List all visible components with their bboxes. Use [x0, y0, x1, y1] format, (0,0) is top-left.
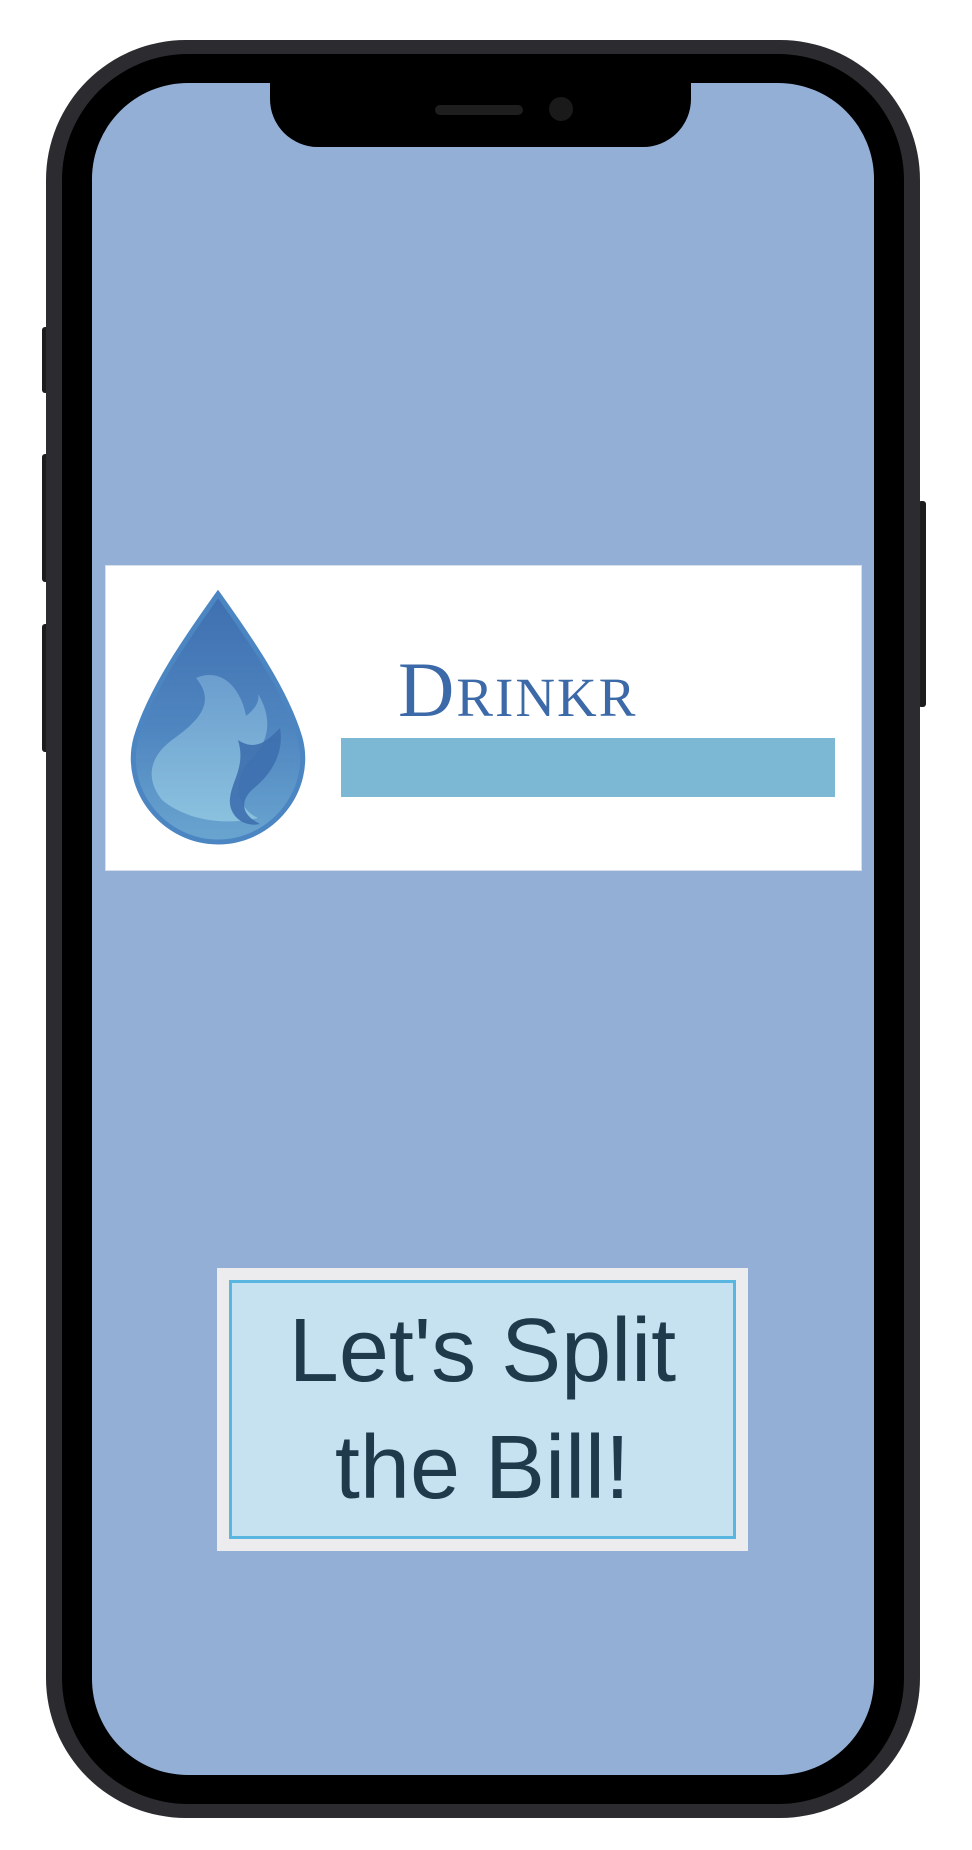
front-camera	[549, 97, 573, 121]
notch	[270, 83, 691, 147]
water-drop-icon	[130, 590, 306, 845]
phone-frame	[46, 40, 920, 1818]
split-bill-button[interactable]: Let's Split the Bill!	[229, 1280, 736, 1539]
logo-banner: Drinkr	[105, 565, 862, 871]
brand-accent-bar	[341, 738, 835, 797]
brand-name: Drinkr	[398, 646, 638, 733]
split-bill-button-frame: Let's Split the Bill!	[217, 1268, 748, 1551]
speaker-grille	[435, 105, 523, 115]
split-bill-label: Let's Split the Bill!	[288, 1300, 677, 1518]
page: Drinkr Let's Split the Bill!	[0, 0, 972, 1850]
